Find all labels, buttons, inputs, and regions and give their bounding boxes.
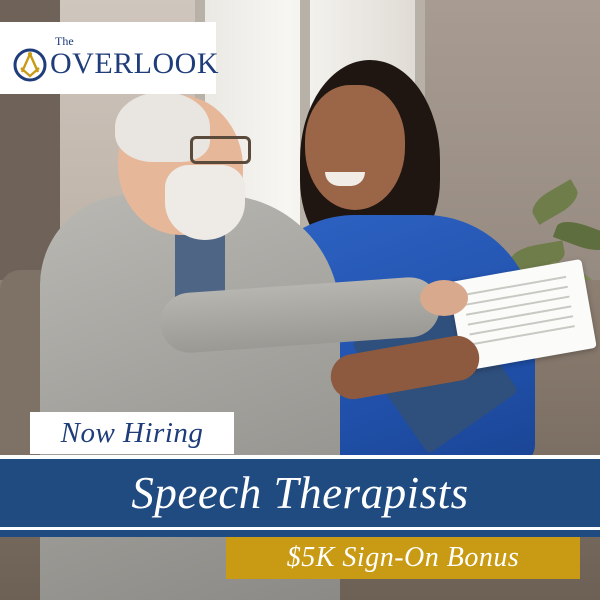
now-hiring-tag: Now Hiring bbox=[30, 412, 234, 454]
glasses-icon bbox=[190, 136, 251, 164]
headline-band: Speech Therapists bbox=[0, 455, 600, 537]
masonic-compass-icon bbox=[13, 48, 47, 82]
bonus-text: $5K Sign-On Bonus bbox=[286, 542, 520, 573]
brand-logo: The OVERLOOK bbox=[0, 22, 219, 94]
logo-wordmark: OVERLOOK bbox=[50, 47, 219, 80]
senior-hand bbox=[420, 280, 468, 316]
now-hiring-text: Now Hiring bbox=[60, 416, 204, 449]
headline-text: Speech Therapists bbox=[131, 468, 469, 518]
senior-beard bbox=[165, 165, 245, 240]
band-divider bbox=[0, 527, 600, 530]
caregiver-face bbox=[305, 85, 405, 210]
hiring-ad: The OVERLOOK Now Hiring Speech Therapist… bbox=[0, 0, 600, 600]
bonus-badge: $5K Sign-On Bonus bbox=[226, 537, 580, 579]
